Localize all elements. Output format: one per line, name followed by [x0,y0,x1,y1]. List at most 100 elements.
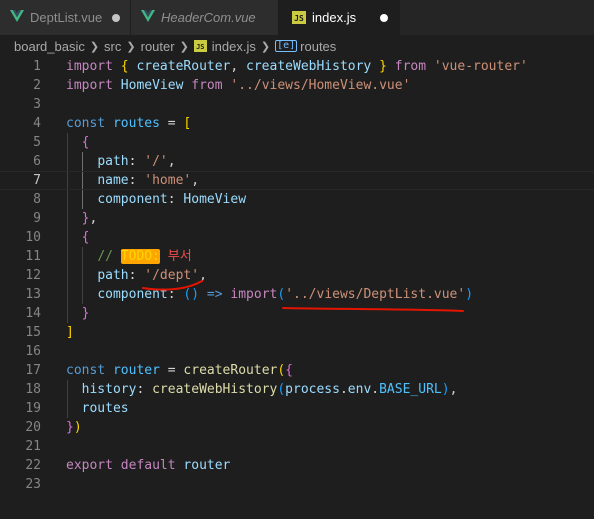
code-token: = [159,363,184,378]
code-text: path: '/dept', [66,266,207,285]
line-number: 18 [25,382,41,397]
code-token: { [81,230,90,245]
code-token: () [183,287,200,302]
code-line[interactable]: 12 path: '/dept', [0,266,594,285]
code-line[interactable]: 20}) [0,418,594,437]
code-token: : [136,382,153,397]
code-token: import [230,287,278,302]
line-number: 11 [25,249,41,264]
code-line[interactable]: 14 } [0,304,594,323]
code-token: HomeView [183,192,247,207]
code-line[interactable]: 11 // TODO: 부서 [0,247,594,266]
code-line[interactable]: 18 history: createWebHistory(process.env… [0,380,594,399]
code-token: // [97,249,121,264]
code-token: createWebHistory [246,59,372,74]
breadcrumb: board_basic ❯ src ❯ router ❯ JS index.js… [0,35,594,57]
code-token: const [66,116,106,131]
code-token: ( [277,287,286,302]
breadcrumb-file-label: index.js [211,38,256,54]
code-line[interactable]: 8 component: HomeView [0,190,594,209]
code-text: import HomeView from '../views/HomeView.… [66,76,410,95]
line-number: 1 [33,59,41,74]
breadcrumb-item-src[interactable]: src [104,39,121,54]
code-text: routes [66,399,129,418]
code-line[interactable]: 22 export default router [0,456,594,475]
js-file-icon: JS [193,40,207,52]
code-token: routes [81,401,129,416]
code-token: 'vue-router' [433,59,528,74]
code-token: : [128,268,145,283]
code-token: createRouter [183,363,278,378]
unsaved-dot-icon[interactable] [380,14,388,22]
code-token: routes [112,116,160,131]
breadcrumb-item-router[interactable]: router [141,39,175,54]
code-line[interactable]: 3 [0,95,594,114]
code-text: const router = createRouter({ [66,361,293,380]
tab-index-js[interactable]: JS index.js [279,0,400,35]
code-line[interactable]: 21 [0,437,594,456]
code-token: , [191,173,200,188]
code-token: ( [277,382,286,397]
code-editor[interactable]: 1 import { createRouter, createWebHistory… [0,57,594,519]
code-line[interactable]: 23 [0,475,594,494]
todo-highlight: TODO: [120,249,160,264]
code-token: . [371,382,380,397]
code-line[interactable]: 7 name: 'home', [0,171,594,190]
line-number: 20 [25,420,41,435]
code-line[interactable]: 4 const routes = [ [0,114,594,133]
breadcrumb-item-file[interactable]: JS index.js [193,38,256,54]
line-number: 17 [25,363,41,378]
code-line[interactable]: 17 const router = createRouter({ [0,361,594,380]
breadcrumb-symbol-label: routes [300,38,337,54]
unsaved-dot-icon[interactable] [112,14,120,22]
code-token: => [206,287,223,302]
code-token: import [66,59,113,74]
line-number: 22 [25,458,41,473]
code-line[interactable]: 19 routes [0,399,594,418]
code-line[interactable]: 5 { [0,133,594,152]
chevron-right-icon: ❯ [89,40,100,53]
line-number: 2 [33,78,41,93]
tab-headercom-vue[interactable]: HeaderCom.vue [131,0,279,35]
code-token: : [128,154,145,169]
code-token: '/dept' [144,268,200,283]
code-line[interactable]: 6 path: '/', [0,152,594,171]
tab-deptlist-vue[interactable]: DeptList.vue [0,0,131,35]
line-number: 16 [25,344,41,359]
code-line[interactable]: 1 import { createRouter, createWebHistory… [0,57,594,76]
js-file-icon: JS [292,11,306,24]
code-text: { [66,133,90,152]
code-line[interactable]: 16 [0,342,594,361]
code-token: createWebHistory [152,382,278,397]
code-token: ) [465,287,474,302]
code-line[interactable]: 15] [0,323,594,342]
code-line[interactable]: 9 }, [0,209,594,228]
line-number: 13 [25,287,41,302]
code-token: from [191,78,223,93]
chevron-right-icon: ❯ [126,40,136,53]
vue-icon [141,10,155,25]
code-token: 부서 [167,249,192,264]
line-number: 10 [25,230,41,245]
line-number: 12 [25,268,41,283]
breadcrumb-item-symbol[interactable]: [e] routes [275,39,336,54]
breadcrumb-item-project[interactable]: board_basic [14,39,85,54]
line-number: 15 [25,325,41,340]
code-token: '../views/HomeView.vue' [230,78,411,93]
code-token: : [128,173,145,188]
code-token: , [449,382,458,397]
code-token: . [339,382,348,397]
code-token: : [167,287,184,302]
code-line[interactable]: 13 component: () => import('../views/Dep… [0,285,594,304]
code-text: // TODO: 부서 [66,247,192,266]
code-token: import [66,78,113,93]
code-line[interactable]: 2 import HomeView from '../views/HomeView… [0,76,594,95]
code-line[interactable]: 10 { [0,228,594,247]
